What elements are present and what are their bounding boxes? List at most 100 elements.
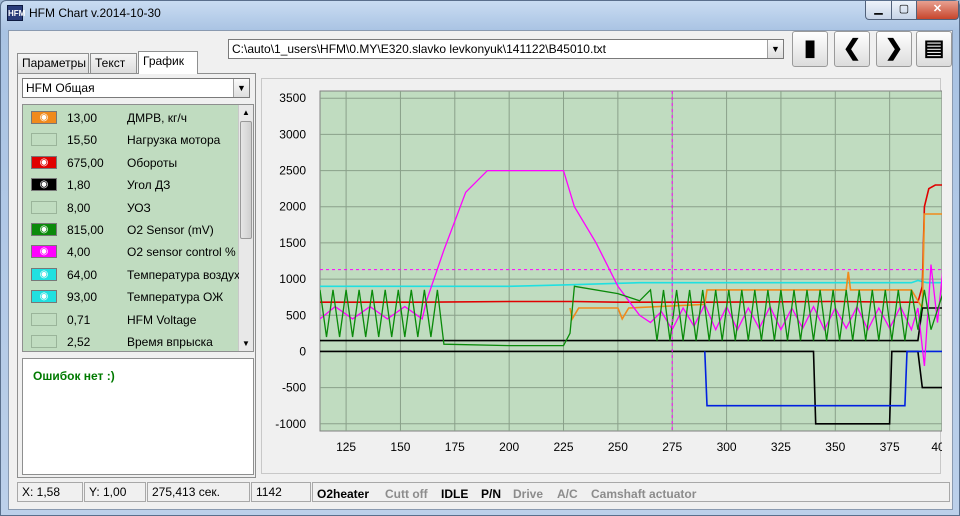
parameter-row[interactable]: ◉ 13,00 ДМРВ, кг/ч — [23, 107, 239, 129]
x-tick-label: 150 — [390, 440, 410, 454]
client-area: Параметры Текст График C:\auto\1_users\H… — [8, 30, 953, 510]
clipboard-button[interactable]: ▤ — [916, 31, 952, 67]
status-flag: Camshaft actuator — [591, 487, 697, 501]
y-tick-label: 500 — [286, 308, 306, 322]
toolbar: ▮ ❮ ❯ ▤ — [792, 31, 952, 69]
parameter-row[interactable]: 8,00 УОЗ — [23, 197, 239, 219]
status-x: X: 1,58 — [17, 482, 83, 502]
parameter-row[interactable]: ◉ 93,00 Температура ОЖ — [23, 286, 239, 308]
parameter-row[interactable]: ◉ 64,00 Температура воздуха — [23, 264, 239, 286]
close-icon[interactable]: ✕ — [916, 1, 959, 20]
parameter-value: 8,00 — [67, 200, 91, 215]
parameter-value: 1,80 — [67, 178, 91, 193]
parameter-value: 15,50 — [67, 133, 98, 148]
left-panel: HFM Общая ▼ ▲ ▼ ◉ 13,00 ДМРВ, кг/ч 15,50 Наг… — [17, 73, 256, 478]
parameter-name: ДМРВ, кг/ч — [127, 111, 188, 125]
eye-icon[interactable]: ◉ — [31, 111, 57, 124]
status-flag: P/N — [481, 487, 502, 501]
parameter-list: ▲ ▼ ◉ 13,00 ДМРВ, кг/ч 15,50 Нагрузка мотора… — [22, 104, 254, 352]
parameter-name: Температура ОЖ — [127, 290, 224, 305]
parameter-name: Температура воздуха — [127, 267, 239, 282]
parameter-value: 815,00 — [67, 223, 104, 237]
status-flag: Drive — [513, 487, 544, 501]
eye-icon[interactable]: ◉ — [31, 155, 57, 169]
status-flag: A/C — [557, 487, 578, 501]
tab-parameters[interactable]: Параметры — [17, 53, 89, 73]
param-list-scrollbar[interactable]: ▲ ▼ — [238, 105, 253, 351]
parameter-row[interactable]: ◉ 4,00 O2 sensor control % — [23, 241, 239, 263]
parameter-row[interactable]: ◉ 675,00 Обороты — [23, 152, 239, 174]
parameter-name: Обороты — [127, 155, 178, 170]
file-path-value: C:\auto\1_users\HFM\0.MY\E320.slavko lev… — [232, 42, 606, 56]
eye-icon[interactable]: ◉ — [31, 245, 57, 259]
eye-icon[interactable] — [31, 312, 57, 326]
next-button[interactable]: ❯ — [876, 31, 912, 67]
prev-button[interactable]: ❮ — [834, 31, 870, 67]
x-tick-label: 200 — [499, 440, 519, 454]
parameter-name: Нагрузка мотора — [127, 133, 221, 148]
parameter-name: Угол ДЗ — [127, 178, 171, 193]
x-tick-label: 325 — [771, 440, 791, 454]
status-y: Y: 1,00 — [84, 482, 146, 502]
app-window: HFM HFM Chart v.2014-10-30 ▁ ▢ ✕ Парамет… — [0, 0, 960, 516]
status-flag: Cutt off — [385, 487, 428, 501]
scrollbar-thumb[interactable] — [240, 121, 252, 239]
window-title: HFM Chart v.2014-10-30 — [29, 6, 161, 20]
parameter-value: 64,00 — [67, 267, 98, 282]
y-tick-label: -1000 — [275, 417, 306, 431]
parameter-value: 2,52 — [67, 335, 91, 349]
parameter-row[interactable]: 2,52 Время впрыска — [23, 331, 239, 351]
scroll-down-icon[interactable]: ▼ — [239, 336, 253, 351]
status-flag: IDLE — [441, 487, 469, 501]
chevron-right-icon: ❯ — [884, 35, 904, 60]
eye-icon[interactable] — [31, 335, 57, 348]
parameter-value: 0,71 — [67, 312, 91, 327]
title-bar[interactable]: HFM HFM Chart v.2014-10-30 ▁ ▢ ✕ — [1, 1, 959, 27]
parameter-name: O2 sensor control % — [127, 245, 236, 260]
book-icon: ▮ — [803, 35, 817, 60]
y-tick-label: -500 — [282, 381, 306, 395]
parameter-name: O2 Sensor (mV) — [127, 223, 214, 237]
parameter-value: 13,00 — [67, 111, 98, 125]
errors-status: Ошибок нет :) — [33, 369, 115, 383]
clipboard-icon: ▤ — [923, 35, 945, 60]
status-flag: O2heater — [317, 487, 370, 501]
chart-svg[interactable]: 125 150 175 200 225 250 275 300 325 350 375 40 -1000… — [262, 79, 945, 475]
errors-panel: Ошибок нет :) — [22, 358, 254, 475]
x-tick-label: 275 — [662, 440, 682, 454]
eye-icon[interactable]: ◉ — [31, 178, 57, 192]
chevron-down-icon[interactable]: ▼ — [233, 79, 249, 97]
eye-icon[interactable]: ◉ — [31, 290, 57, 304]
eye-icon[interactable] — [31, 133, 57, 147]
profile-select[interactable]: HFM Общая ▼ — [22, 78, 250, 98]
chart-area[interactable]: 125 150 175 200 225 250 275 300 325 350 375 40 -1000… — [261, 78, 945, 475]
y-tick-label: 3000 — [279, 127, 306, 141]
file-path-select[interactable]: C:\auto\1_users\HFM\0.MY\E320.slavko lev… — [228, 39, 784, 59]
parameter-row[interactable]: 15,50 Нагрузка мотора — [23, 129, 239, 151]
y-tick-label: 3500 — [279, 91, 306, 105]
eye-icon[interactable] — [31, 200, 57, 214]
status-index: 1142 — [251, 482, 311, 502]
parameter-row[interactable]: 0,71 HFM Voltage — [23, 309, 239, 331]
parameter-row[interactable]: ◉ 815,00 O2 Sensor (mV) — [23, 219, 239, 241]
status-time: 275,413 сек. — [147, 482, 250, 502]
parameter-value: 93,00 — [67, 290, 98, 305]
parameter-name: Время впрыска — [127, 335, 213, 349]
x-tick-label: 250 — [608, 440, 628, 454]
tab-chart[interactable]: График — [138, 51, 198, 74]
open-file-button[interactable]: ▮ — [792, 31, 828, 67]
parameter-row[interactable]: ◉ 1,80 Угол ДЗ — [23, 174, 239, 196]
plot-background — [319, 90, 943, 432]
parameter-name: HFM Voltage — [127, 312, 197, 327]
minimize-icon[interactable]: ▁ — [865, 1, 892, 20]
x-tick-label: 40 — [931, 440, 942, 454]
x-tick-label: 375 — [880, 440, 900, 454]
scroll-up-icon[interactable]: ▲ — [239, 105, 253, 120]
tab-text[interactable]: Текст — [90, 53, 137, 73]
chevron-down-icon[interactable]: ▼ — [767, 40, 783, 58]
eye-icon[interactable]: ◉ — [31, 267, 57, 281]
maximize-icon[interactable]: ▢ — [891, 1, 917, 20]
parameter-name: УОЗ — [127, 200, 151, 215]
eye-icon[interactable]: ◉ — [31, 223, 57, 236]
app-icon: HFM — [7, 5, 25, 21]
